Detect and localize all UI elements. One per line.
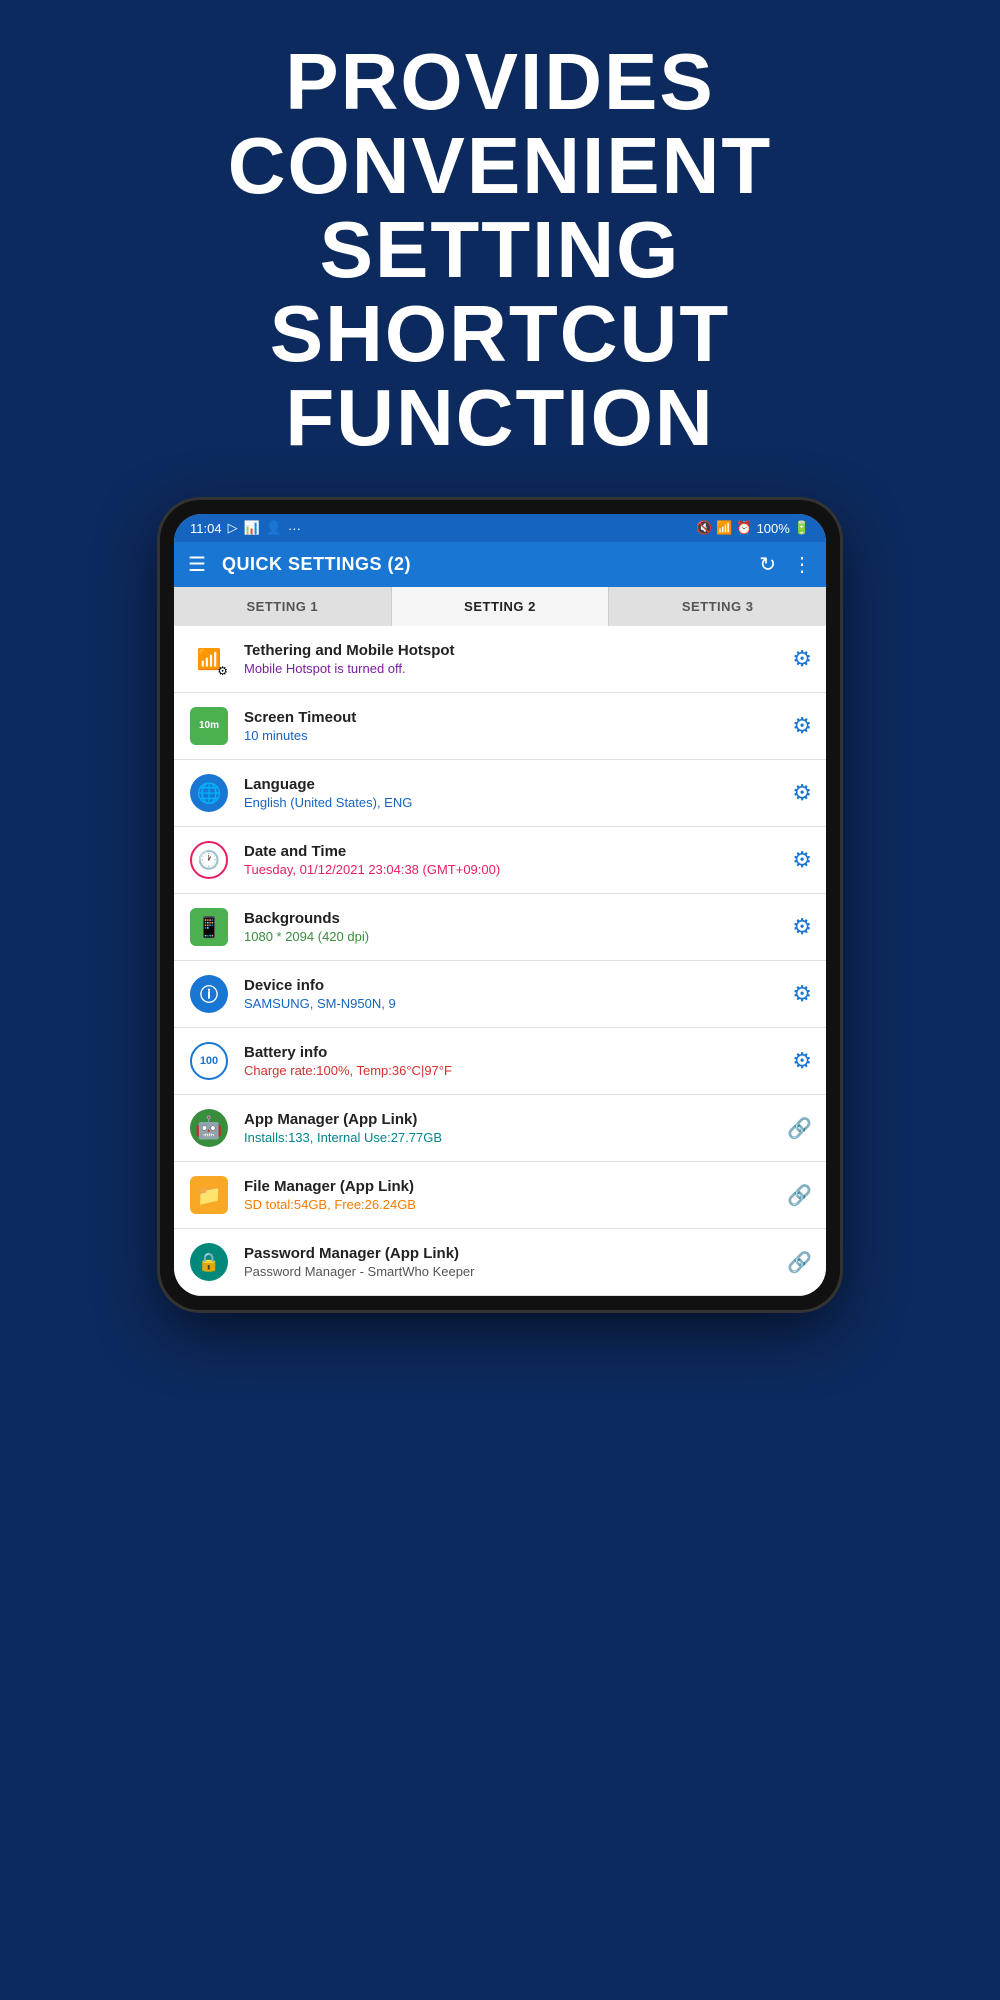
setting-app-manager[interactable]: 🤖 App Manager (App Link) Installs:133, I…	[174, 1095, 826, 1162]
date-time-text: Date and Time Tuesday, 01/12/2021 23:04:…	[244, 843, 778, 877]
app-manager-text: App Manager (App Link) Installs:133, Int…	[244, 1111, 773, 1145]
phone-icon: 📱	[190, 908, 228, 946]
password-manager-value: Password Manager - SmartWho Keeper	[244, 1264, 773, 1279]
app-manager-name: App Manager (App Link)	[244, 1111, 773, 1128]
password-manager-link-icon[interactable]: 🔗	[787, 1250, 812, 1275]
app-title: QUICK SETTINGS (2)	[222, 554, 743, 575]
battery-100-icon: 100	[190, 1042, 228, 1080]
battery-info-name: Battery info	[244, 1044, 778, 1061]
language-name: Language	[244, 776, 778, 793]
device-info-text: Device info SAMSUNG, SM-N950N, 9	[244, 977, 778, 1011]
backgrounds-icon: 📱	[188, 906, 230, 948]
password-manager-name: Password Manager (App Link)	[244, 1245, 773, 1262]
app-bar: ☰ QUICK SETTINGS (2) ↻ ⋮	[174, 542, 826, 587]
setting-file-manager[interactable]: 📁 File Manager (App Link) SD total:54GB,…	[174, 1162, 826, 1229]
more-dots: ···	[288, 521, 301, 536]
screen-timeout-name: Screen Timeout	[244, 709, 778, 726]
battery-info-value: Charge rate:100%, Temp:36°C|97°F	[244, 1063, 778, 1078]
app-manager-link-icon[interactable]: 🔗	[787, 1116, 812, 1141]
tab-setting2[interactable]: SETTING 2	[392, 587, 610, 626]
phone-frame: 11:04 ▷ 📊 👤 ··· 🔇 📶 ⏰ 100% 🔋 ☰ QUICK SET	[160, 500, 840, 1310]
device-info-value: SAMSUNG, SM-N950N, 9	[244, 996, 778, 1011]
android-icon: 🤖	[190, 1109, 228, 1147]
date-time-value: Tuesday, 01/12/2021 23:04:38 (GMT+09:00)	[244, 862, 778, 877]
setting-backgrounds[interactable]: 📱 Backgrounds 1080 * 2094 (420 dpi) ⚙	[174, 894, 826, 961]
hero-section: PROVIDES CONVENIENT SETTING SHORTCUT FUN…	[0, 0, 1000, 490]
file-manager-text: File Manager (App Link) SD total:54GB, F…	[244, 1178, 773, 1212]
setting-password-manager[interactable]: 🔒 Password Manager (App Link) Password M…	[174, 1229, 826, 1296]
language-value: English (United States), ENG	[244, 795, 778, 810]
date-time-icon: 🕐	[188, 839, 230, 881]
battery-info-icon: 100	[188, 1040, 230, 1082]
status-left: 11:04 ▷ 📊 👤 ···	[190, 520, 301, 536]
menu-icon[interactable]: ☰	[188, 552, 206, 577]
app-manager-icon: 🤖	[188, 1107, 230, 1149]
language-gear-icon[interactable]: ⚙	[792, 780, 812, 806]
tab-bar: SETTING 1 SETTING 2 SETTING 3	[174, 587, 826, 626]
lock-green-icon: 🔒	[190, 1243, 228, 1281]
tab-setting3[interactable]: SETTING 3	[609, 587, 826, 626]
file-manager-link-icon[interactable]: 🔗	[787, 1183, 812, 1208]
backgrounds-value: 1080 * 2094 (420 dpi)	[244, 929, 778, 944]
app-manager-value: Installs:133, Internal Use:27.77GB	[244, 1130, 773, 1145]
date-time-name: Date and Time	[244, 843, 778, 860]
screen-timeout-gear-icon[interactable]: ⚙	[792, 713, 812, 739]
status-right: 🔇 📶 ⏰ 100% 🔋	[696, 520, 810, 536]
setting-device-info[interactable]: ⓘ Device info SAMSUNG, SM-N950N, 9 ⚙	[174, 961, 826, 1028]
file-manager-value: SD total:54GB, Free:26.24GB	[244, 1197, 773, 1212]
screen-timeout-icon: 10m	[188, 705, 230, 747]
status-bar: 11:04 ▷ 📊 👤 ··· 🔇 📶 ⏰ 100% 🔋	[174, 514, 826, 542]
user-icon: 👤	[266, 520, 282, 536]
folder-icon: 📁	[190, 1176, 228, 1214]
battery-text: 100%	[757, 521, 790, 536]
alarm-icon: ⏰	[736, 520, 752, 536]
file-manager-name: File Manager (App Link)	[244, 1178, 773, 1195]
password-manager-text: Password Manager (App Link) Password Man…	[244, 1245, 773, 1279]
signal-icon: ▷	[228, 520, 238, 536]
screen-timeout-value: 10 minutes	[244, 728, 778, 743]
globe-icon: 🌐	[190, 774, 228, 812]
setting-language[interactable]: 🌐 Language English (United States), ENG …	[174, 760, 826, 827]
tethering-gear-icon[interactable]: ⚙	[792, 646, 812, 672]
hero-title: PROVIDES CONVENIENT SETTING SHORTCUT FUN…	[60, 40, 940, 460]
device-info-icon: ⓘ	[188, 973, 230, 1015]
setting-battery-info[interactable]: 100 Battery info Charge rate:100%, Temp:…	[174, 1028, 826, 1095]
password-manager-icon: 🔒	[188, 1241, 230, 1283]
data-icon: 📊	[244, 520, 260, 536]
more-menu-icon[interactable]: ⋮	[792, 552, 812, 577]
device-info-gear-icon[interactable]: ⚙	[792, 981, 812, 1007]
tethering-text: Tethering and Mobile Hotspot Mobile Hots…	[244, 642, 778, 676]
file-manager-icon: 📁	[188, 1174, 230, 1216]
settings-list: 📶 ⚙ Tethering and Mobile Hotspot Mobile …	[174, 626, 826, 1296]
tethering-value: Mobile Hotspot is turned off.	[244, 661, 778, 676]
clock-icon: 🕐	[190, 841, 228, 879]
tab-setting1[interactable]: SETTING 1	[174, 587, 392, 626]
battery-info-text: Battery info Charge rate:100%, Temp:36°C…	[244, 1044, 778, 1078]
phone-mockup: 11:04 ▷ 📊 👤 ··· 🔇 📶 ⏰ 100% 🔋 ☰ QUICK SET	[0, 500, 1000, 1310]
setting-screen-timeout[interactable]: 10m Screen Timeout 10 minutes ⚙	[174, 693, 826, 760]
backgrounds-text: Backgrounds 1080 * 2094 (420 dpi)	[244, 910, 778, 944]
mute-icon: 🔇	[696, 520, 712, 536]
refresh-icon[interactable]: ↻	[759, 552, 776, 577]
tethering-name: Tethering and Mobile Hotspot	[244, 642, 778, 659]
tethering-icon: 📶 ⚙	[188, 638, 230, 680]
battery-info-gear-icon[interactable]: ⚙	[792, 1048, 812, 1074]
battery-icon: 🔋	[794, 520, 810, 536]
backgrounds-gear-icon[interactable]: ⚙	[792, 914, 812, 940]
language-icon: 🌐	[188, 772, 230, 814]
screen-timeout-text: Screen Timeout 10 minutes	[244, 709, 778, 743]
phone-screen: 11:04 ▷ 📊 👤 ··· 🔇 📶 ⏰ 100% 🔋 ☰ QUICK SET	[174, 514, 826, 1296]
setting-tethering[interactable]: 📶 ⚙ Tethering and Mobile Hotspot Mobile …	[174, 626, 826, 693]
backgrounds-name: Backgrounds	[244, 910, 778, 927]
status-time: 11:04	[190, 521, 222, 536]
lock-10m-icon: 10m	[190, 707, 228, 745]
device-info-name: Device info	[244, 977, 778, 994]
date-time-gear-icon[interactable]: ⚙	[792, 847, 812, 873]
wifi-icon: 📶	[716, 520, 732, 536]
info-icon: ⓘ	[190, 975, 228, 1013]
setting-date-time[interactable]: 🕐 Date and Time Tuesday, 01/12/2021 23:0…	[174, 827, 826, 894]
language-text: Language English (United States), ENG	[244, 776, 778, 810]
